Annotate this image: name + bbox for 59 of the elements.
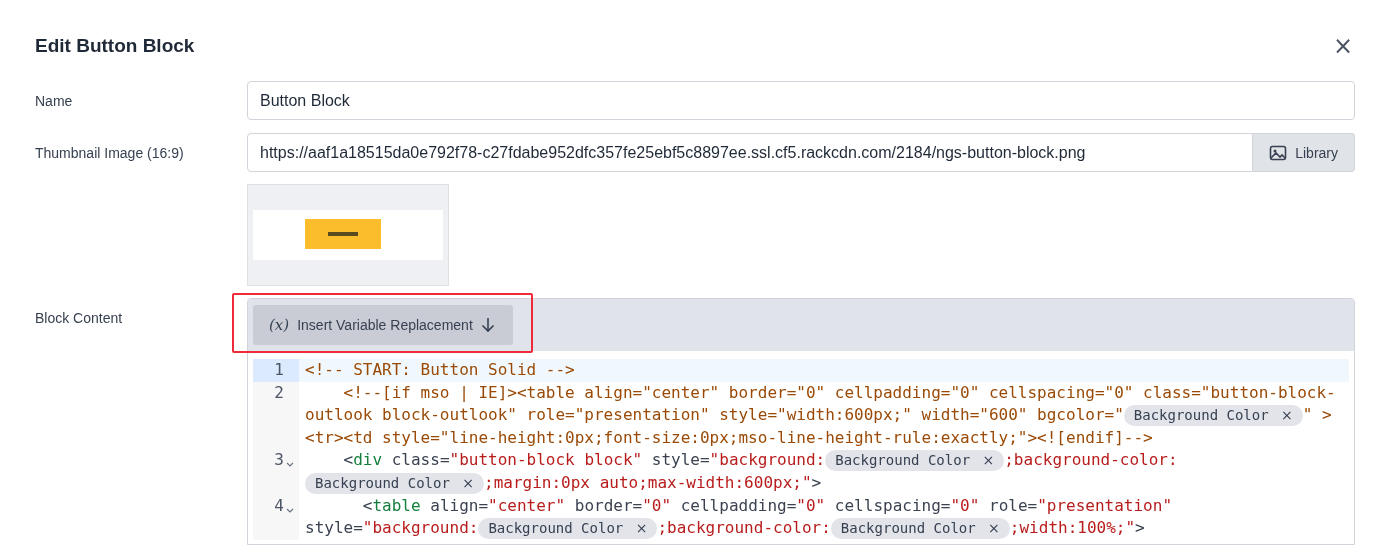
code-string: ;background-color: xyxy=(657,518,831,538)
code-string: "background: xyxy=(709,450,826,470)
image-icon xyxy=(1269,143,1288,162)
dialog-title: Edit Button Block xyxy=(35,35,195,57)
code-attribute: cellpadding= xyxy=(679,495,797,515)
code-attribute: role= xyxy=(988,495,1038,515)
remove-chip-button[interactable]: × xyxy=(982,452,995,469)
code-attribute: cellspacing= xyxy=(833,495,951,515)
code-string: ;background-color: xyxy=(1004,450,1178,470)
fold-chevron-icon[interactable] xyxy=(285,462,295,469)
variable-chip[interactable]: Background Color × xyxy=(1123,405,1303,427)
code-punctuation: > xyxy=(811,472,822,492)
variable-chip[interactable]: Background Color × xyxy=(478,518,658,540)
input-field[interactable]: https://aaf1a18515da0e792f78-c27fdabe952dfc357fe25ebf5c8897ee.ssl.cf5.rackcdn.com/2184/ngs-button-block.png xyxy=(247,133,1254,172)
code-tag: table xyxy=(372,495,421,515)
code-string: ;margin:0px auto;max-width:600px;" xyxy=(484,472,812,492)
code-comment: <!--[if mso | IE]><table align="center" border="0" cellpadding="0" cellspacing="0" class="button-block- xyxy=(342,382,1336,402)
code-attribute: class= xyxy=(390,450,450,470)
code-comment: <!-- START: Button Solid --> xyxy=(305,360,575,379)
line-number: 1 xyxy=(274,359,284,381)
code-comment: " > xyxy=(1302,405,1332,425)
code-string: "presentation" xyxy=(1037,495,1172,515)
code-string: "background: xyxy=(362,518,479,538)
field-label: Block Content xyxy=(35,309,124,328)
fold-chevron-icon[interactable] xyxy=(285,507,295,514)
line-number: 3 xyxy=(274,449,284,472)
code-attribute: border= xyxy=(573,495,643,515)
code-string: "button-block block" xyxy=(449,450,643,470)
code-attribute: style= xyxy=(650,450,710,470)
insert-variable-button[interactable]: (x) Insert Variable Replacement xyxy=(253,305,513,345)
code-comment: outlook block-outlook" role="presentation" style="width:600px;" width="600" bgcolor=" xyxy=(305,405,1124,425)
code-string: "0" xyxy=(796,495,826,515)
field-label: Name xyxy=(35,92,74,111)
code-punctuation: < xyxy=(342,450,354,470)
code-comment: <tr><td style="line-height:0px;font-size:0px;mso-line-height-rule:exactly;"><![endif]--> xyxy=(305,427,1153,447)
code-string: "0" xyxy=(642,495,672,515)
variable-chip[interactable]: Background Color × xyxy=(830,518,1010,540)
code-string: "center" xyxy=(488,495,566,515)
code-attribute: align= xyxy=(429,495,489,515)
arrow-down-icon xyxy=(480,317,495,333)
variable-chip[interactable]: Background Color × xyxy=(825,450,1005,472)
code-punctuation: > xyxy=(1135,518,1145,538)
close-button[interactable]: × xyxy=(1332,32,1353,60)
code-string: "0" xyxy=(950,495,980,515)
remove-chip-button[interactable]: × xyxy=(635,520,648,537)
code-tag: div xyxy=(353,450,383,470)
code-punctuation: < xyxy=(361,495,373,515)
line-number: 4 xyxy=(274,494,284,517)
remove-chip-button[interactable]: × xyxy=(462,474,475,491)
code-string: ;width:100%;" xyxy=(1009,518,1136,538)
code-attribute: style= xyxy=(305,518,363,538)
line-number: 2 xyxy=(274,381,284,404)
remove-chip-button[interactable]: × xyxy=(1281,407,1293,424)
field-label: Thumbnail Image (16:9) xyxy=(35,144,185,163)
variable-chip[interactable]: Background Color × xyxy=(305,472,485,494)
code-editor[interactable] xyxy=(247,298,1355,545)
remove-chip-button[interactable]: × xyxy=(988,520,1000,537)
library-button[interactable]: Library xyxy=(1253,133,1355,172)
input-field[interactable]: Button Block xyxy=(247,81,1355,120)
